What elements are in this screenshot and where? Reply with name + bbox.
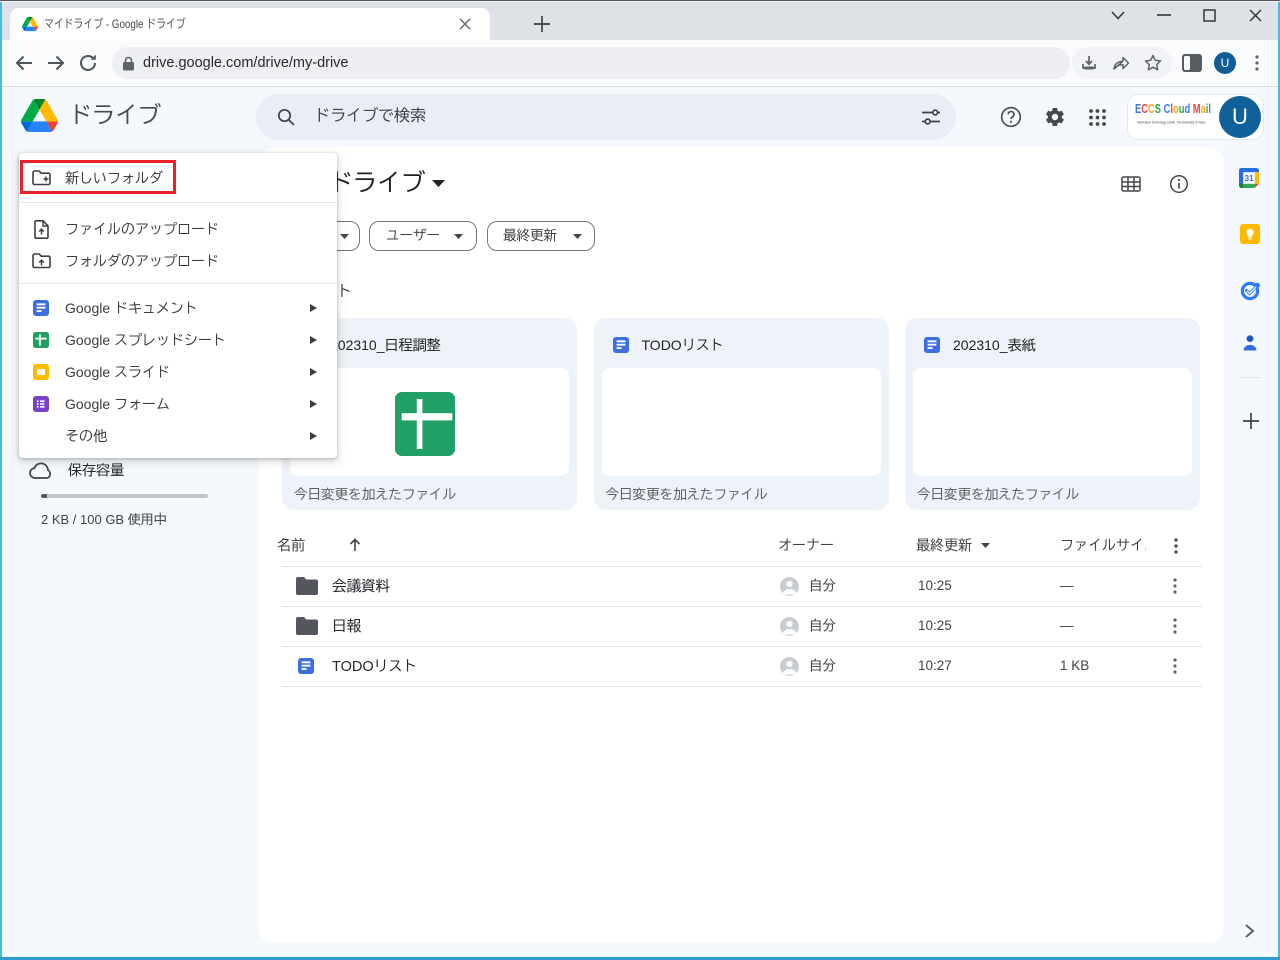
svg-text:31: 31 [1244, 174, 1254, 183]
